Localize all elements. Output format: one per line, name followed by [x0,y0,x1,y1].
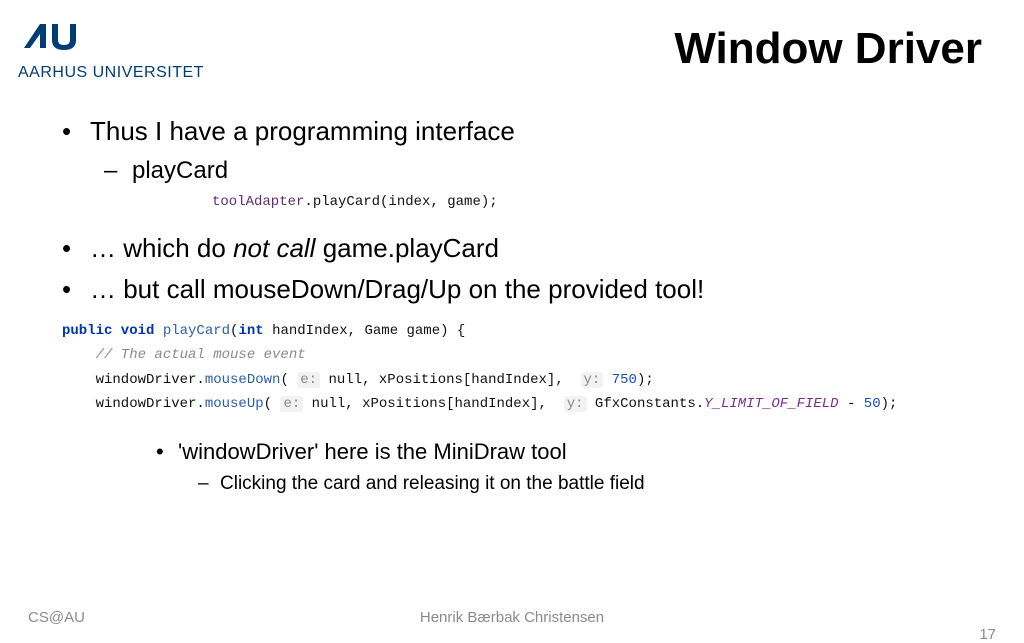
code-token: ( [280,372,297,388]
code-method: playCard [154,323,230,339]
slide-content: Thus I have a programming interface play… [62,116,984,495]
slide-title: Window Driver [674,24,982,74]
bullet-4-sub: Clicking the card and releasing it on th… [198,473,984,495]
code-kw: int [238,323,263,339]
code-const: Y_LIMIT_OF_FIELD [704,396,838,412]
footer-center: Henrik Bærbak Christensen [0,609,1024,626]
logo-text: AARHUS UNIVERSITET [18,64,204,82]
code-kw: public void [62,323,154,339]
page-number: 17 [979,626,996,643]
code-method: mouseDown [205,372,281,388]
code-hint: y: [581,372,604,388]
logo-region: AARHUS UNIVERSITET [18,18,204,82]
code-token: .playCard(index, game); [304,194,497,210]
code-num: 750 [603,372,637,388]
code-token: ); [637,372,654,388]
footer-left: CS@AU [28,609,85,626]
bullet-1: Thus I have a programming interface [62,116,984,147]
code-hint: e: [280,396,303,412]
code-token: ( [264,396,281,412]
au-logo-icon [18,18,204,58]
code-method: mouseUp [205,396,264,412]
code-token: GfxConstants. [587,396,705,412]
text-emph: not call [233,233,315,263]
code-snippet-2: public void playCard ( int handIndex, Game… [62,319,984,417]
code-token: toolAdapter [212,194,304,210]
code-token: - [839,396,864,412]
code-token: handIndex, Game game) { [264,323,466,339]
code-snippet-1: toolAdapter.playCard(index, game); [212,193,984,213]
slide-footer: CS@AU Henrik Bærbak Christensen 17 [0,609,1024,626]
code-num: 50 [864,396,881,412]
code-token: windowDriver. [62,396,205,412]
bullet-3: … but call mouseDown/Drag/Up on the prov… [62,274,984,305]
code-token: windowDriver. [62,372,205,388]
code-hint: e: [297,372,320,388]
code-token: ); [881,396,898,412]
code-token: null, xPositions[handIndex], [303,396,563,412]
text: game.playCard [315,233,499,263]
bullet-4: 'windowDriver' here is the MiniDraw tool [156,439,984,465]
bullet-1-sub: playCard [104,157,984,185]
bullet-2: … which do not call game.playCard [62,233,984,264]
code-hint: y: [564,396,587,412]
code-token: null, xPositions[handIndex], [320,372,580,388]
text: … which do [90,233,233,263]
code-comment: // The actual mouse event [62,347,306,363]
